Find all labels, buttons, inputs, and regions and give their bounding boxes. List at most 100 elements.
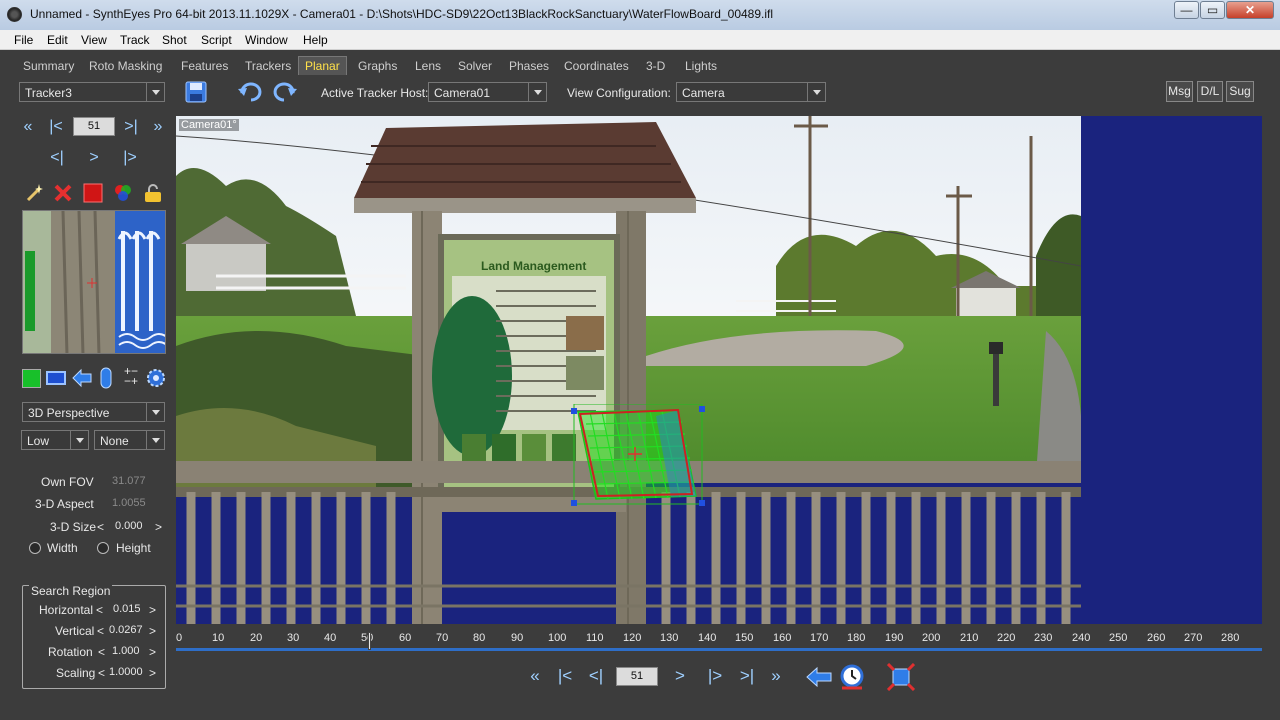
timeline-tick: 60: [399, 632, 412, 644]
plus-minus-glyph-2: −+: [123, 374, 138, 388]
transport-previous-frame-button[interactable]: <|: [584, 666, 608, 686]
scaling-label: Scaling: [56, 666, 96, 680]
last-frame-button[interactable]: »: [148, 118, 168, 136]
own-fov-value[interactable]: 31.077: [112, 475, 146, 487]
tab-coordinates[interactable]: Coordinates: [564, 59, 629, 73]
delete-icon[interactable]: [53, 183, 73, 203]
maximize-button[interactable]: ▭: [1200, 1, 1225, 19]
tab-lens[interactable]: Lens: [415, 59, 441, 73]
magic-wand-icon[interactable]: [24, 183, 44, 203]
menu-help[interactable]: Help: [303, 33, 328, 47]
horizontal-value[interactable]: 0.015: [113, 603, 141, 615]
timeline-tick: 260: [1147, 632, 1166, 644]
menu-view[interactable]: View: [81, 33, 107, 47]
minimize-button[interactable]: —: [1174, 1, 1199, 19]
arrow-left-icon[interactable]: [806, 666, 832, 688]
color-swatch-icon[interactable]: [83, 183, 103, 203]
previous-frame-button[interactable]: <|: [47, 149, 67, 167]
plus-minus-icon[interactable]: +− −+: [119, 365, 143, 388]
transport-frame-number-field[interactable]: 51: [616, 667, 658, 686]
menu-file[interactable]: File: [14, 33, 33, 47]
quality-select[interactable]: Low: [21, 430, 89, 450]
active-tracker-host-select[interactable]: Camera01: [428, 82, 547, 102]
frame-number-field[interactable]: 51: [73, 117, 115, 136]
planar-tracker-overlay[interactable]: [566, 404, 706, 509]
transport-first-frame-button[interactable]: «: [523, 666, 547, 686]
close-button[interactable]: ✕: [1226, 1, 1274, 19]
arrow-left-icon[interactable]: [71, 368, 93, 388]
gear-icon[interactable]: [146, 368, 166, 388]
own-fov-label: Own FOV: [41, 475, 94, 489]
dl-button[interactable]: D/L: [1197, 81, 1223, 102]
menu-window[interactable]: Window: [245, 33, 288, 47]
scaling-decrement[interactable]: <: [98, 666, 105, 680]
tracker-preview-image: [23, 211, 165, 353]
tab-planar[interactable]: Planar: [298, 56, 347, 75]
tab-graphs[interactable]: Graphs: [358, 59, 397, 73]
menu-edit[interactable]: Edit: [47, 33, 68, 47]
aspect-value[interactable]: 1.0055: [112, 497, 146, 509]
planar-mode-value: 3D Perspective: [28, 406, 110, 420]
msg-button[interactable]: Msg: [1166, 81, 1193, 102]
vertical-increment[interactable]: >: [149, 624, 156, 638]
secondary-select[interactable]: None: [94, 430, 165, 450]
transport-play-button[interactable]: >: [668, 666, 692, 686]
rotation-decrement[interactable]: <: [98, 645, 105, 659]
transport-next-frame-button[interactable]: |>: [703, 666, 727, 686]
height-radio[interactable]: [97, 542, 109, 554]
viewport-camera-label: Camera01°: [179, 119, 239, 131]
timeline[interactable]: 0 10 20 30 40 50 60 70 80 90 100 110 120…: [176, 630, 1262, 652]
redo-icon[interactable]: [270, 81, 298, 103]
green-swatch-icon[interactable]: [22, 369, 41, 388]
menu-track[interactable]: Track: [120, 33, 150, 47]
fit-view-icon[interactable]: [887, 663, 915, 691]
first-frame-button[interactable]: «: [18, 118, 38, 136]
vertical-value[interactable]: 0.0267: [109, 624, 143, 636]
save-icon[interactable]: [184, 81, 208, 103]
tab-solver[interactable]: Solver: [458, 59, 492, 73]
size-value[interactable]: 0.000: [115, 520, 143, 532]
tracker-select[interactable]: Tracker3: [19, 82, 165, 102]
menu-shot[interactable]: Shot: [162, 33, 187, 47]
sug-button[interactable]: Sug: [1226, 81, 1254, 102]
planar-mode-select[interactable]: 3D Perspective: [22, 402, 165, 422]
timeline-playhead[interactable]: [368, 632, 372, 650]
tab-roto-masking[interactable]: Roto Masking: [89, 59, 162, 73]
rotation-increment[interactable]: >: [149, 645, 156, 659]
horizontal-decrement[interactable]: <: [96, 603, 103, 617]
clock-icon[interactable]: [838, 663, 866, 691]
tab-lights[interactable]: Lights: [685, 59, 717, 73]
play-button[interactable]: >: [84, 149, 104, 167]
transport-previous-key-button[interactable]: |<: [553, 666, 577, 686]
lock-icon[interactable]: [142, 183, 164, 203]
view-configuration-select[interactable]: Camera: [676, 82, 826, 102]
rectangle-icon[interactable]: [46, 371, 66, 385]
size-increment[interactable]: >: [155, 520, 162, 534]
chevron-down-icon: [807, 83, 825, 101]
next-key-button[interactable]: >|: [121, 118, 141, 136]
capsule-icon[interactable]: [98, 367, 114, 389]
tab-trackers[interactable]: Trackers: [245, 59, 291, 73]
camera-viewport[interactable]: Camera01° Land Management: [176, 116, 1262, 624]
timeline-tick: 250: [1109, 632, 1128, 644]
rgb-channels-icon[interactable]: [112, 183, 134, 203]
transport-next-key-button[interactable]: >|: [735, 666, 759, 686]
menu-script[interactable]: Script: [201, 33, 232, 47]
rotation-value[interactable]: 1.000: [112, 645, 140, 657]
previous-key-button[interactable]: |<: [46, 118, 66, 136]
tab-features[interactable]: Features: [181, 59, 228, 73]
vertical-decrement[interactable]: <: [97, 624, 104, 638]
scaling-increment[interactable]: >: [149, 666, 156, 680]
app-icon: [7, 7, 22, 22]
size-decrement[interactable]: <: [97, 520, 104, 534]
tracker-select-value: Tracker3: [25, 86, 72, 100]
scaling-value[interactable]: 1.0000: [109, 666, 143, 678]
horizontal-increment[interactable]: >: [149, 603, 156, 617]
undo-icon[interactable]: [237, 81, 265, 103]
width-radio[interactable]: [29, 542, 41, 554]
next-frame-button[interactable]: |>: [120, 149, 140, 167]
tab-phases[interactable]: Phases: [509, 59, 549, 73]
transport-last-frame-button[interactable]: »: [764, 666, 788, 686]
tab-3d[interactable]: 3-D: [646, 59, 665, 73]
tab-summary[interactable]: Summary: [23, 59, 74, 73]
